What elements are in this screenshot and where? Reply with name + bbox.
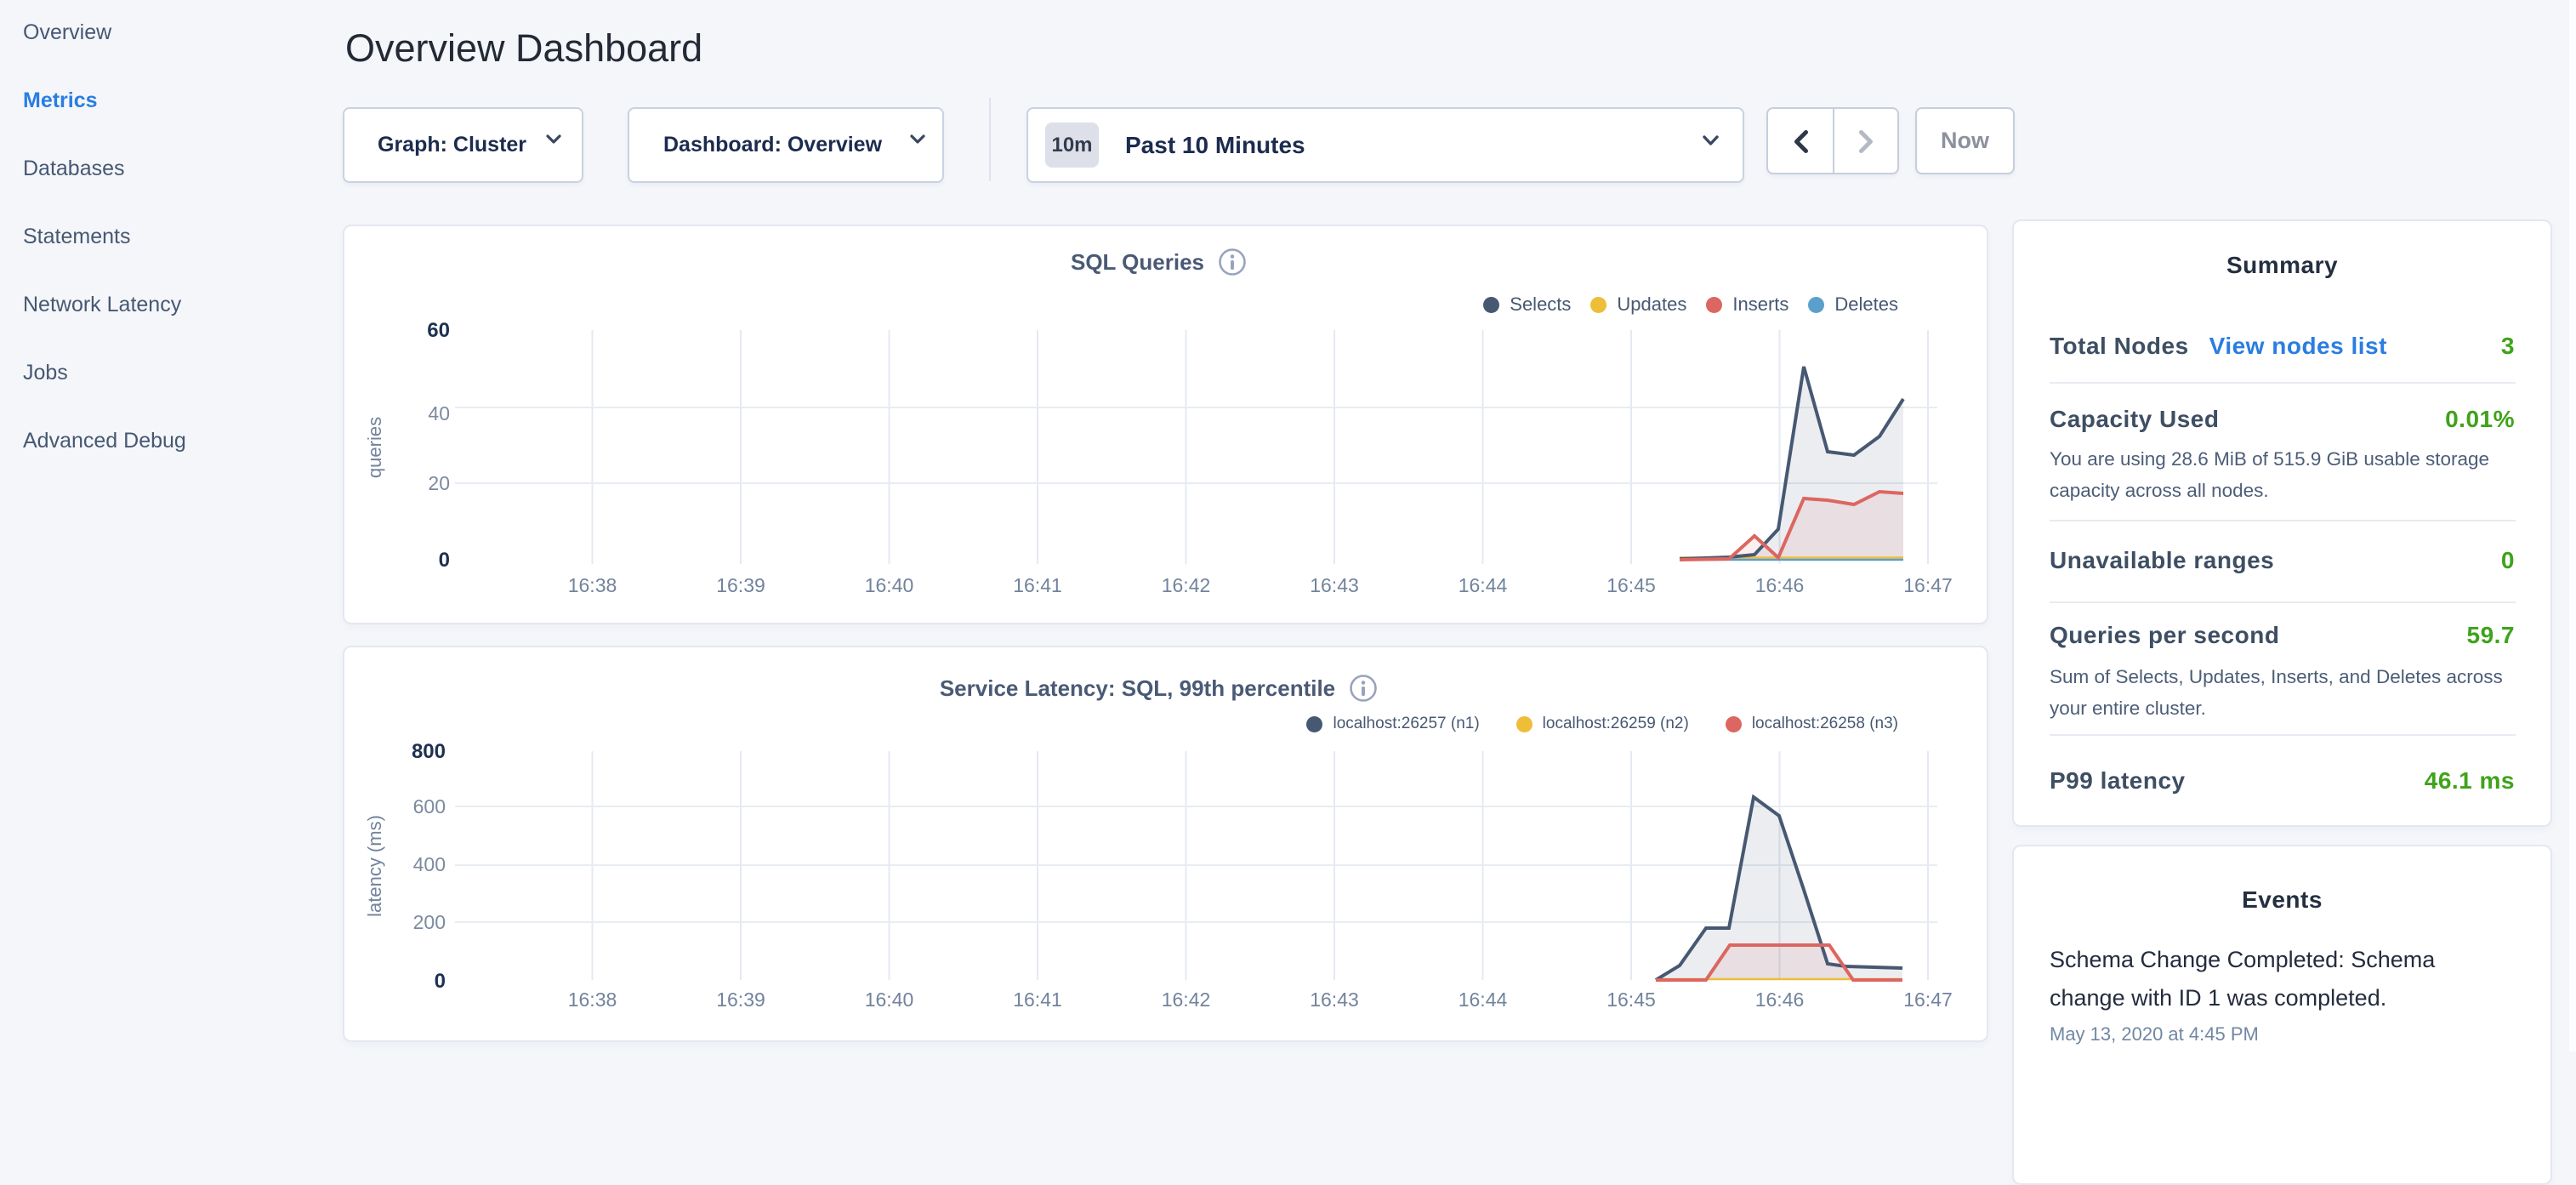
svg-text:16:43: 16:43 xyxy=(1310,988,1359,1011)
svg-text:16:45: 16:45 xyxy=(1606,988,1656,1011)
svg-text:16:39: 16:39 xyxy=(716,988,765,1011)
svg-text:queries: queries xyxy=(364,417,385,478)
svg-text:0: 0 xyxy=(439,549,450,572)
svg-text:16:46: 16:46 xyxy=(1755,988,1805,1011)
svg-text:16:45: 16:45 xyxy=(1606,574,1656,596)
svg-text:200: 200 xyxy=(413,911,446,933)
svg-text:16:47: 16:47 xyxy=(1903,988,1953,1011)
svg-text:16:41: 16:41 xyxy=(1013,988,1062,1011)
svg-text:16:43: 16:43 xyxy=(1310,574,1359,596)
svg-text:16:46: 16:46 xyxy=(1755,574,1805,596)
svg-text:60: 60 xyxy=(427,319,450,342)
svg-text:16:40: 16:40 xyxy=(865,988,914,1011)
svg-text:40: 40 xyxy=(428,402,450,424)
svg-text:16:44: 16:44 xyxy=(1459,988,1508,1011)
svg-text:latency (ms): latency (ms) xyxy=(364,815,385,917)
svg-text:800: 800 xyxy=(412,740,446,763)
svg-text:16:38: 16:38 xyxy=(568,574,617,596)
svg-text:16:38: 16:38 xyxy=(568,988,617,1011)
svg-text:400: 400 xyxy=(413,853,446,875)
svg-text:20: 20 xyxy=(428,472,450,494)
svg-text:16:42: 16:42 xyxy=(1162,574,1211,596)
svg-text:16:39: 16:39 xyxy=(716,574,765,596)
svg-text:16:44: 16:44 xyxy=(1459,574,1508,596)
svg-text:600: 600 xyxy=(413,795,446,818)
svg-text:16:41: 16:41 xyxy=(1013,574,1062,596)
svg-text:16:42: 16:42 xyxy=(1162,988,1211,1011)
svg-text:16:47: 16:47 xyxy=(1903,574,1953,596)
svg-text:0: 0 xyxy=(435,970,446,993)
svg-text:16:40: 16:40 xyxy=(865,574,914,596)
